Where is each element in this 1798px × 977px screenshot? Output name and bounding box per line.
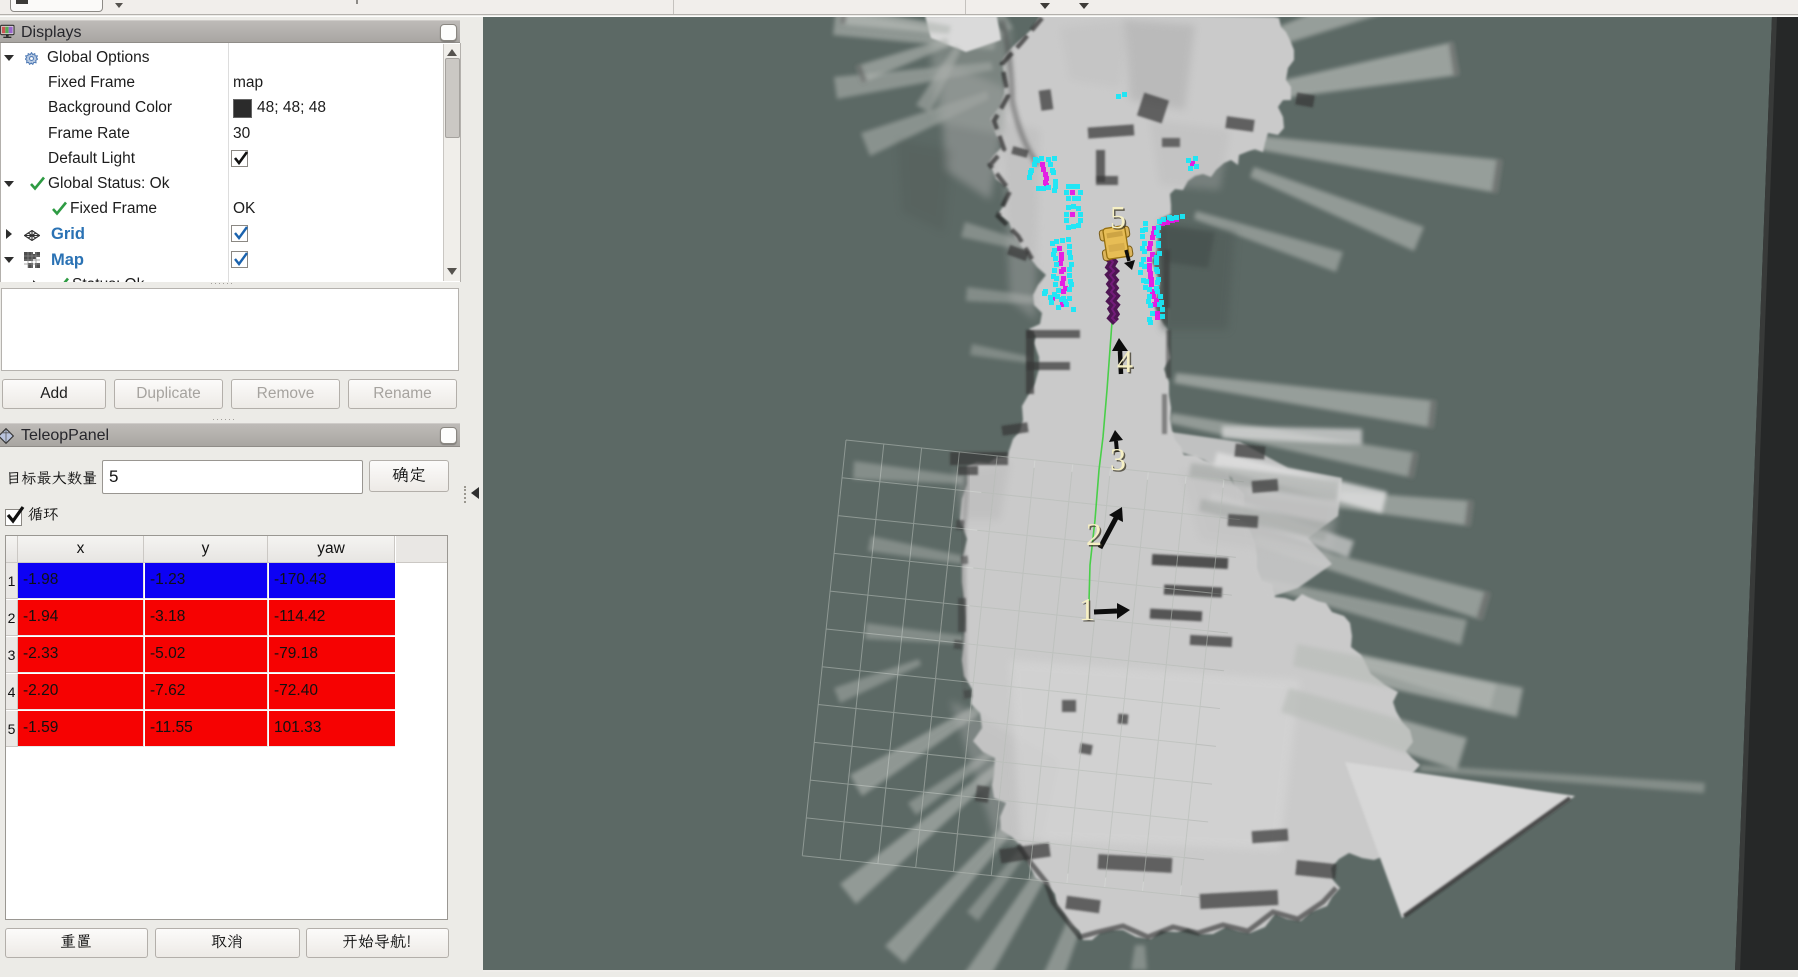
svg-text:1: 1 xyxy=(1079,591,1095,627)
svg-text:4: 4 xyxy=(1117,343,1133,379)
svg-text:5: 5 xyxy=(1110,199,1126,235)
svg-text:2: 2 xyxy=(1086,516,1102,552)
svg-text:3: 3 xyxy=(1110,441,1126,477)
